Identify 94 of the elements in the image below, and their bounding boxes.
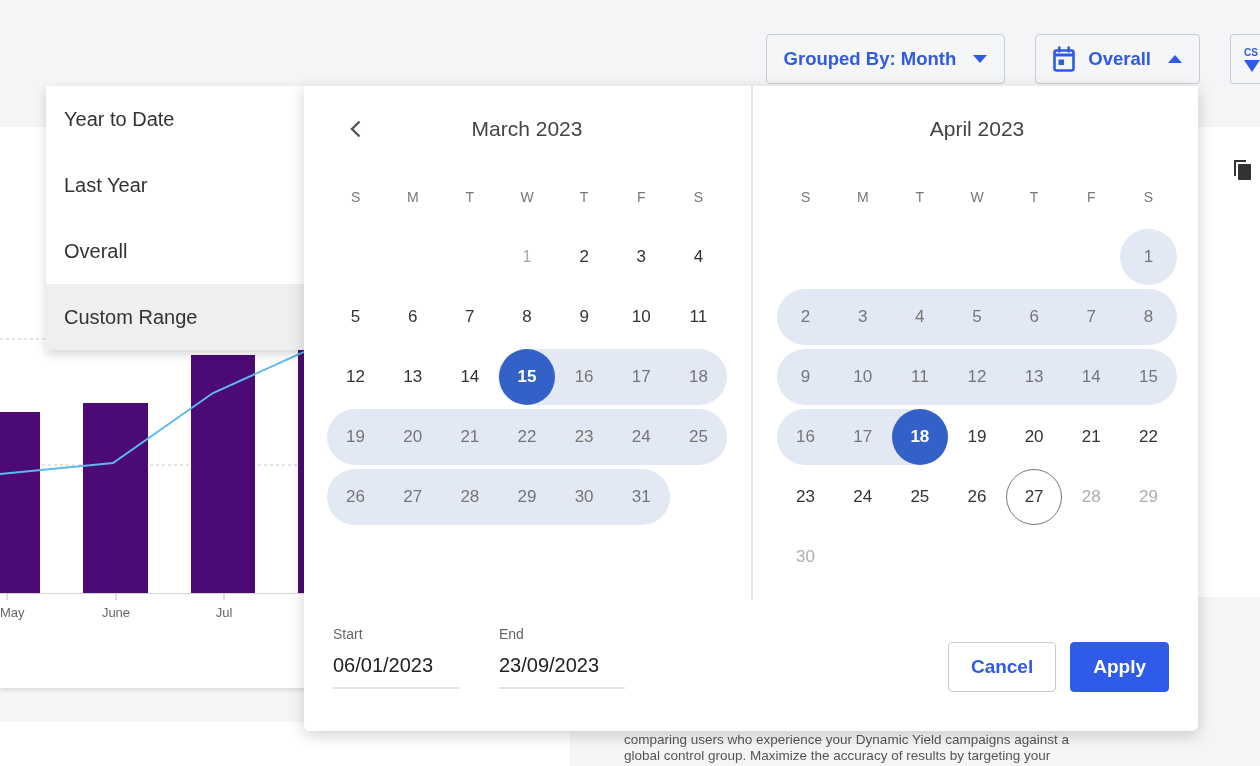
field-label: Start bbox=[333, 626, 363, 642]
weekday-label: W bbox=[970, 189, 984, 205]
end-date-field[interactable]: 23/09/2023 bbox=[499, 654, 625, 689]
day-button[interactable]: 13 bbox=[386, 351, 439, 403]
calendar-icon bbox=[1053, 46, 1076, 72]
day-button[interactable]: 20 bbox=[1008, 411, 1061, 463]
month-title: March 2023 bbox=[471, 117, 583, 140]
day-button[interactable]: 27 bbox=[386, 471, 439, 523]
axis-label: June bbox=[101, 605, 131, 620]
day-button[interactable]: 21 bbox=[1065, 411, 1118, 463]
day-button[interactable]: 7 bbox=[443, 291, 496, 343]
day-button[interactable]: 4 bbox=[672, 231, 725, 283]
day-button[interactable]: 3 bbox=[615, 231, 668, 283]
menu-item[interactable]: Overall bbox=[46, 218, 304, 284]
day-button[interactable]: 25 bbox=[672, 411, 725, 463]
day-button[interactable]: 19 bbox=[951, 411, 1003, 463]
day-button[interactable]: 8 bbox=[1122, 291, 1175, 343]
day-button[interactable]: 7 bbox=[1065, 291, 1118, 343]
day-button[interactable]: 23 bbox=[779, 471, 832, 523]
day-button[interactable]: 20 bbox=[386, 411, 439, 463]
date-range-dropdown[interactable]: Overall bbox=[1035, 34, 1200, 84]
weekday-label: M bbox=[856, 189, 869, 205]
apply-button[interactable]: Apply bbox=[1070, 642, 1169, 692]
day-button[interactable]: 15 bbox=[499, 349, 555, 405]
day-button[interactable]: 15 bbox=[1122, 351, 1175, 403]
weekday-label: S bbox=[800, 189, 811, 205]
day-button[interactable]: 17 bbox=[836, 411, 889, 463]
csv-export-button[interactable]: CS bbox=[1230, 34, 1260, 84]
weekday-label: T bbox=[1029, 189, 1039, 205]
download-arrow-icon bbox=[1244, 59, 1260, 72]
day-button[interactable]: 12 bbox=[329, 351, 382, 403]
day-button[interactable]: 2 bbox=[779, 291, 832, 343]
menu-item[interactable]: Custom Range bbox=[46, 284, 304, 350]
weekday-label: S bbox=[1143, 189, 1154, 205]
day-button[interactable]: 28 bbox=[443, 471, 496, 523]
day-button[interactable]: 19 bbox=[329, 411, 382, 463]
weekday-label: S bbox=[693, 189, 704, 205]
chevron-left-icon bbox=[350, 120, 361, 138]
day-button[interactable]: 30 bbox=[558, 471, 611, 523]
weekday-label: T bbox=[465, 189, 475, 205]
day-button[interactable]: 23 bbox=[558, 411, 611, 463]
day-button[interactable]: 16 bbox=[558, 351, 611, 403]
weekday-label: M bbox=[406, 189, 419, 205]
day-button[interactable]: 16 bbox=[779, 411, 832, 463]
day-button[interactable]: 27 bbox=[1008, 471, 1061, 523]
day-button[interactable]: 9 bbox=[779, 351, 832, 403]
day-button[interactable]: 12 bbox=[951, 351, 1003, 403]
previous-month-button[interactable] bbox=[350, 120, 361, 138]
day-button[interactable]: 26 bbox=[329, 471, 382, 523]
menu-item[interactable]: Last Year bbox=[46, 152, 304, 218]
day-button[interactable]: 9 bbox=[558, 291, 611, 343]
day-button[interactable]: 22 bbox=[1122, 411, 1175, 463]
menu-item[interactable]: Year to Date bbox=[46, 86, 304, 152]
start-date-field[interactable]: 06/01/2023 bbox=[333, 654, 459, 689]
day-button[interactable]: 14 bbox=[1065, 351, 1118, 403]
day-button[interactable]: 2 bbox=[558, 231, 611, 283]
group-by-dropdown[interactable]: Grouped By: Month bbox=[765, 34, 1006, 84]
day-button[interactable]: 6 bbox=[386, 291, 439, 343]
day-button[interactable]: 29 bbox=[501, 471, 553, 523]
day-button[interactable]: 21 bbox=[443, 411, 496, 463]
day-button[interactable]: 1 bbox=[1122, 231, 1175, 283]
cancel-button[interactable]: Cancel bbox=[947, 642, 1057, 692]
weekday-label: T bbox=[579, 189, 589, 205]
day-button[interactable]: 13 bbox=[1008, 351, 1061, 403]
description-text: comparing users who experience your Dynamic Yield campaigns against a global control group. Maximize the accuracy of results by targeting your bbox=[624, 732, 1069, 764]
day-button[interactable]: 11 bbox=[893, 351, 946, 403]
day-button[interactable]: 17 bbox=[615, 351, 668, 403]
day-button[interactable]: 22 bbox=[501, 411, 553, 463]
copy-icon[interactable] bbox=[1234, 160, 1251, 180]
day-button[interactable]: 14 bbox=[443, 351, 496, 403]
day-button[interactable]: 5 bbox=[951, 291, 1003, 343]
day-button[interactable]: 5 bbox=[329, 291, 382, 343]
month-title: April 2023 bbox=[929, 117, 1025, 140]
day-button[interactable]: 25 bbox=[893, 471, 946, 523]
day-button[interactable]: 4 bbox=[893, 291, 946, 343]
weekday-label: F bbox=[1087, 189, 1096, 205]
day-button[interactable]: 3 bbox=[836, 291, 889, 343]
day-button[interactable]: 24 bbox=[615, 411, 668, 463]
weekday-label: F bbox=[637, 189, 646, 205]
weekday-label: T bbox=[915, 189, 925, 205]
day-button[interactable]: 6 bbox=[1008, 291, 1061, 343]
axis-label: May bbox=[0, 605, 25, 620]
weekday-label: W bbox=[520, 189, 534, 205]
day-button[interactable]: 10 bbox=[615, 291, 668, 343]
day-button[interactable]: 10 bbox=[836, 351, 889, 403]
day-button[interactable]: 26 bbox=[951, 471, 1003, 523]
weekday-label: S bbox=[350, 189, 361, 205]
field-label: End bbox=[499, 626, 524, 642]
day-button[interactable]: 31 bbox=[615, 471, 668, 523]
day-button[interactable]: 24 bbox=[836, 471, 889, 523]
day-button[interactable]: 18 bbox=[672, 351, 725, 403]
day-button[interactable]: 8 bbox=[501, 291, 553, 343]
axis-label: Jul bbox=[215, 605, 233, 620]
day-button[interactable]: 11 bbox=[672, 291, 725, 343]
